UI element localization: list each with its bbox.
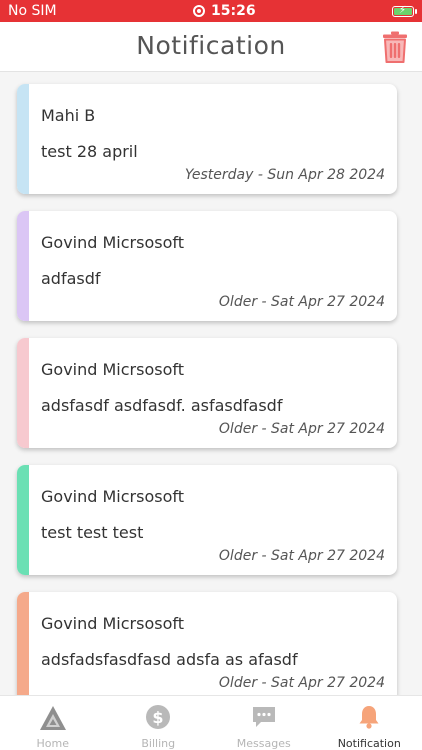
notification-list[interactable]: Mahi B test 28 april Yesterday - Sun Apr… <box>0 72 422 695</box>
nav-label-billing: Billing <box>141 737 176 750</box>
notification-sender: Mahi B <box>41 106 96 125</box>
notification-sender: Govind Micrsosoft <box>41 360 184 379</box>
triangle-logo-icon <box>39 706 66 730</box>
chat-icon <box>252 707 275 727</box>
card-accent <box>17 465 29 575</box>
notification-message: test 28 april <box>41 142 138 161</box>
page-title: Notification <box>136 31 286 60</box>
nav-item-home[interactable]: Home <box>0 696 106 750</box>
notification-card[interactable]: Govind Micrsosoft adsfadsfasdfasd adsfa … <box>17 592 397 695</box>
bell-icon <box>359 706 379 729</box>
status-center: 15:26 <box>193 3 256 19</box>
dollar-icon: $ <box>146 705 171 729</box>
card-accent <box>17 592 29 695</box>
trash-icon[interactable] <box>382 31 408 63</box>
bottom-nav: Home $ Billing Messages Notification <box>0 695 422 750</box>
notification-card[interactable]: Govind Micrsosoft adfasdf Older - Sat Ap… <box>17 211 397 321</box>
notification-card[interactable]: Mahi B test 28 april Yesterday - Sun Apr… <box>17 84 397 194</box>
notification-date: Older - Sat Apr 27 2024 <box>218 421 385 437</box>
nav-item-messages[interactable]: Messages <box>211 696 317 750</box>
notification-message: test test test <box>41 523 144 542</box>
notification-sender: Govind Micrsosoft <box>41 614 184 633</box>
card-accent <box>17 338 29 448</box>
nav-label-home: Home <box>36 737 69 750</box>
recording-icon <box>193 5 205 17</box>
notification-card[interactable]: Govind Micrsosoft test test test Older -… <box>17 465 397 575</box>
battery-icon: ⚡ <box>391 5 417 17</box>
nav-item-notification[interactable]: Notification <box>317 696 422 750</box>
notification-message: adsfadsfasdfasd adsfa as afasdf <box>41 650 298 669</box>
notification-date: Older - Sat Apr 27 2024 <box>218 294 385 310</box>
notification-sender: Govind Micrsosoft <box>41 487 184 506</box>
card-accent <box>17 84 29 194</box>
nav-item-billing[interactable]: $ Billing <box>106 696 212 750</box>
notification-card[interactable]: Govind Micrsosoft adsfasdf asdfasdf. asf… <box>17 338 397 448</box>
card-accent <box>17 211 29 321</box>
svg-text:$: $ <box>153 708 164 727</box>
status-bar: No SIM 15:26 ⚡ <box>0 0 422 22</box>
app-header: Notification <box>0 22 422 72</box>
status-time: 15:26 <box>211 3 256 19</box>
notification-message: adfasdf <box>41 269 101 288</box>
notification-date: Older - Sat Apr 27 2024 <box>218 548 385 564</box>
notification-sender: Govind Micrsosoft <box>41 233 184 252</box>
notification-message: adsfasdf asdfasdf. asfasdfasdf <box>41 396 283 415</box>
carrier-label: No SIM <box>8 3 57 19</box>
nav-label-messages: Messages <box>236 737 291 750</box>
notification-date: Yesterday - Sun Apr 28 2024 <box>184 167 385 183</box>
nav-label-notification: Notification <box>337 737 401 750</box>
notification-date: Older - Sat Apr 27 2024 <box>218 675 385 691</box>
